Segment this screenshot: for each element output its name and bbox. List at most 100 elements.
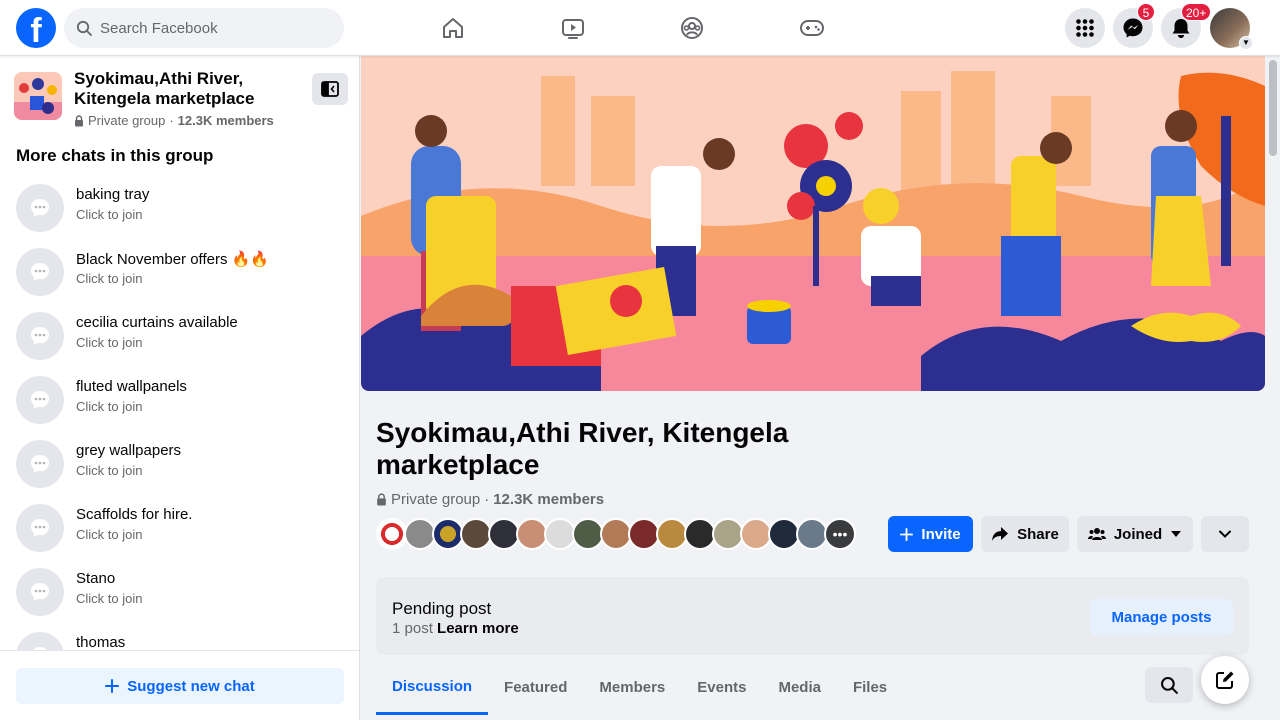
- group-meta: Private group · 12.3K members: [376, 491, 604, 508]
- chat-item[interactable]: Black November offers 🔥🔥 Click to join: [16, 246, 346, 302]
- search-input[interactable]: [100, 19, 320, 37]
- suggest-chat-footer: Suggest new chat: [0, 650, 359, 720]
- tab-events[interactable]: Events: [681, 660, 762, 714]
- member-avatars[interactable]: •••: [376, 518, 856, 552]
- pending-title: Pending post: [392, 599, 492, 618]
- invite-label: Invite: [921, 525, 961, 543]
- tab-members[interactable]: Members: [583, 660, 681, 714]
- chat-item[interactable]: fluted wallpanels Click to join: [16, 374, 346, 430]
- chevron-down-icon: ▼: [1239, 36, 1253, 50]
- chat-join-hint: Click to join: [76, 527, 143, 542]
- joined-label: Joined: [1113, 525, 1163, 543]
- caret-down-icon: [1171, 531, 1182, 537]
- tab-files[interactable]: Files: [837, 660, 903, 714]
- learn-more-link[interactable]: Learn more: [437, 620, 519, 637]
- new-message-button[interactable]: [1201, 656, 1249, 704]
- chat-item[interactable]: Scaffolds for hire. Click to join: [16, 502, 346, 558]
- group-meta: Private group · 12.3K members: [74, 113, 274, 128]
- group-tabs: Discussion Featured Members Events Media…: [376, 660, 903, 720]
- video-tab[interactable]: [553, 8, 593, 48]
- chat-name: grey wallpapers: [76, 442, 182, 459]
- top-navigation-bar: f 5 20+ ▼: [0, 0, 1280, 56]
- group-members-count[interactable]: 12.3K members: [493, 491, 604, 508]
- notifications-button[interactable]: 20+: [1161, 3, 1212, 48]
- chat-bubble-icon: [31, 519, 49, 537]
- chat-bubble-icon: [31, 263, 49, 281]
- messenger-badge: 5: [1137, 3, 1155, 21]
- more-members-avatar[interactable]: •••: [824, 518, 856, 550]
- chat-bubble-icon: [31, 327, 49, 345]
- lock-icon: [377, 493, 386, 506]
- groups-tab[interactable]: [672, 8, 712, 48]
- facebook-logo[interactable]: f: [16, 8, 56, 48]
- chat-bubble-icon: [31, 455, 49, 473]
- compose-icon: [1216, 671, 1234, 689]
- chat-avatar: [16, 376, 64, 424]
- chat-avatar: [16, 440, 64, 488]
- suggest-new-chat-button[interactable]: Suggest new chat: [16, 668, 344, 704]
- share-label: Share: [1017, 525, 1059, 543]
- chat-item[interactable]: cecilia curtains available Click to join: [16, 310, 346, 366]
- pending-post-banner: Pending post 1 post Learn more Manage po…: [376, 577, 1249, 655]
- groups-icon: [681, 17, 703, 39]
- chat-name: Black November offers 🔥🔥: [76, 251, 269, 268]
- share-icon: [992, 527, 1009, 541]
- plus-icon: [900, 527, 914, 541]
- more-chats-heading: More chats in this group: [16, 146, 214, 165]
- invite-button[interactable]: Invite: [888, 516, 973, 552]
- gaming-tab[interactable]: [792, 8, 832, 48]
- plus-icon: [105, 679, 120, 693]
- menu-button[interactable]: [1065, 8, 1105, 48]
- group-main-content: Syokimau,Athi River, Kitengela marketpla…: [361, 56, 1265, 720]
- search-box[interactable]: [64, 8, 344, 48]
- chat-join-hint: Click to join: [76, 271, 143, 286]
- members-icon: [1087, 528, 1106, 540]
- chat-avatar: [16, 184, 64, 232]
- tab-discussion[interactable]: Discussion: [376, 660, 489, 715]
- chat-item[interactable]: baking tray Click to join: [16, 182, 346, 238]
- group-search-button[interactable]: [1145, 667, 1193, 703]
- chat-avatar: [16, 568, 64, 616]
- collapse-sidebar-button[interactable]: [312, 73, 348, 105]
- joined-button[interactable]: Joined: [1077, 516, 1193, 552]
- menu-grid-icon: [1076, 19, 1094, 37]
- chat-avatar: [16, 312, 64, 360]
- pending-count: 1 post: [392, 620, 433, 637]
- chat-name: thomas: [76, 634, 126, 651]
- search-icon: [76, 20, 92, 36]
- notifications-badge: 20+: [1181, 3, 1212, 21]
- chat-name: cecilia curtains available: [76, 314, 238, 331]
- group-chats-sidebar: Syokimau,Athi River, Kitengela marketpla…: [0, 56, 360, 720]
- lock-icon: [75, 114, 83, 126]
- chevron-down-icon: [1219, 530, 1231, 538]
- chat-name: fluted wallpanels: [76, 378, 187, 395]
- chat-avatar: [16, 248, 64, 296]
- group-cover-image[interactable]: [361, 56, 1265, 391]
- chat-join-hint: Click to join: [76, 591, 143, 606]
- share-button[interactable]: Share: [981, 516, 1069, 552]
- group-title: Syokimau,Athi River, Kitengela marketpla…: [376, 417, 789, 480]
- chat-item[interactable]: grey wallpapers Click to join: [16, 438, 346, 494]
- tab-media[interactable]: Media: [762, 660, 837, 714]
- pending-subtitle: 1 post Learn more: [392, 620, 519, 637]
- more-options-button[interactable]: [1201, 516, 1249, 552]
- chat-name: Scaffolds for hire.: [76, 506, 193, 523]
- chat-join-hint: Click to join: [76, 207, 143, 222]
- group-members-count[interactable]: 12.3K members: [178, 113, 274, 128]
- home-tab[interactable]: [433, 8, 473, 48]
- search-icon: [1161, 677, 1178, 694]
- manage-posts-button[interactable]: Manage posts: [1090, 599, 1233, 635]
- group-thumbnail[interactable]: [14, 72, 62, 120]
- chat-join-hint: Click to join: [76, 335, 143, 350]
- page-scrollbar[interactable]: [1265, 56, 1280, 720]
- tab-featured[interactable]: Featured: [488, 660, 583, 714]
- meta-separator: ·: [169, 113, 174, 128]
- scrollbar-thumb[interactable]: [1269, 60, 1277, 156]
- messenger-icon: [1123, 18, 1143, 38]
- chat-bubble-icon: [31, 583, 49, 601]
- group-name[interactable]: Syokimau,Athi River, Kitengela marketpla…: [74, 69, 294, 109]
- video-icon: [562, 19, 584, 39]
- chat-item[interactable]: Stano Click to join: [16, 566, 346, 622]
- messenger-button[interactable]: 5: [1113, 3, 1155, 48]
- profile-avatar[interactable]: ▼: [1210, 8, 1253, 50]
